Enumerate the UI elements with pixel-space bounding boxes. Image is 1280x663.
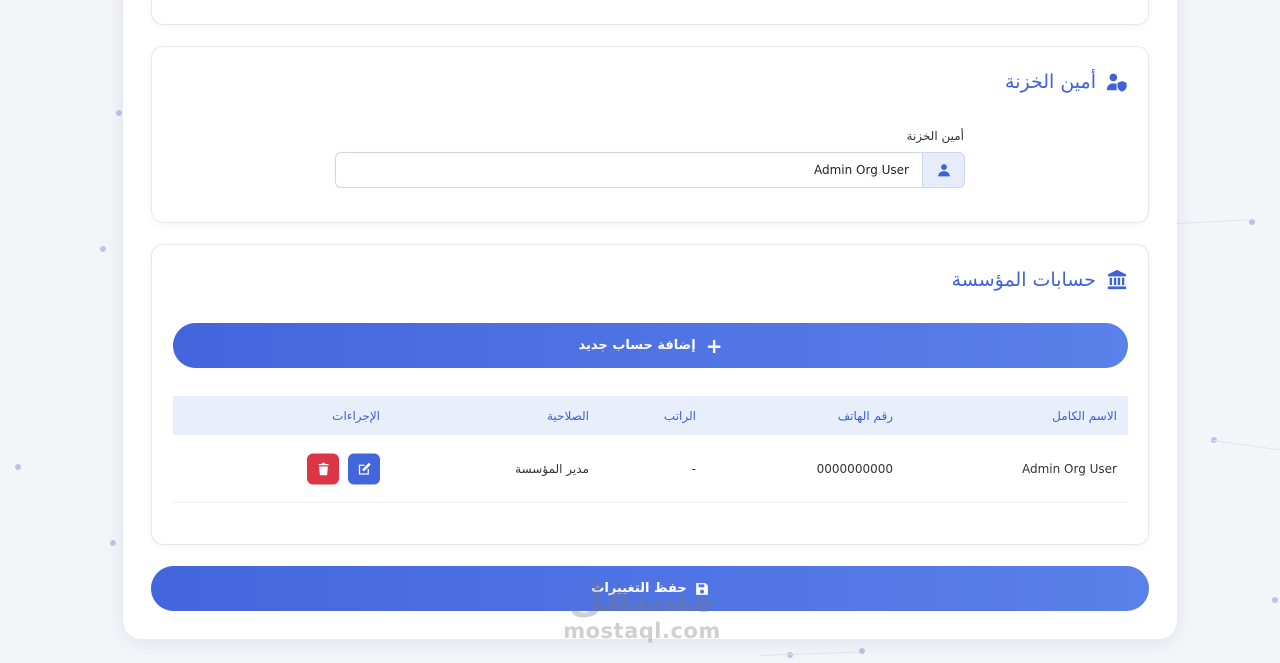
table-header: الاسم الكامل رقم الهاتف الراتب الصلاحية … xyxy=(173,396,1128,435)
save-icon xyxy=(695,582,708,595)
treasurer-title-text: أمين الخزنة xyxy=(1005,71,1096,93)
background-dot xyxy=(116,110,122,116)
trash-icon xyxy=(318,462,328,475)
background-line xyxy=(759,651,860,656)
treasurer-select-field[interactable] xyxy=(335,152,922,188)
treasurer-field-label: أمين الخزنة xyxy=(906,129,964,143)
treasurer-title: أمين الخزنة xyxy=(1005,71,1128,93)
previous-section-card xyxy=(151,0,1149,25)
cell-full-name: Admin Org User xyxy=(1021,461,1117,476)
plus-icon: + xyxy=(705,333,723,358)
accounts-title: حسابات المؤسسة xyxy=(952,269,1128,291)
column-header: الصلاحية xyxy=(546,408,589,423)
cell-phone: 0000000000 xyxy=(816,461,893,476)
accounts-card: حسابات المؤسسة + إضافة حساب جديد الاسم ا… xyxy=(151,244,1149,545)
treasurer-card: أمين الخزنة أمين الخزنة xyxy=(151,46,1149,223)
column-header: رقم الهاتف xyxy=(837,408,893,423)
column-header: الراتب xyxy=(663,408,696,423)
column-header: الإجراءات xyxy=(332,408,380,423)
user-icon xyxy=(937,164,950,177)
treasurer-input-addon xyxy=(922,152,965,188)
cell-role: مدير المؤسسة xyxy=(515,461,589,476)
save-changes-button[interactable]: حفظ التغييرات xyxy=(151,566,1149,611)
accounts-title-text: حسابات المؤسسة xyxy=(951,269,1096,291)
background-dot xyxy=(100,246,106,252)
add-account-label: إضافة حساب جديد xyxy=(578,338,696,353)
user-shield-icon xyxy=(1106,73,1127,92)
background-dot xyxy=(1272,597,1278,603)
table-row: Admin Org User 0000000000 - مدير المؤسسة xyxy=(173,435,1128,503)
background-line xyxy=(1212,440,1280,451)
save-changes-label: حفظ التغييرات xyxy=(591,581,687,596)
background-dot xyxy=(15,464,21,470)
background-line xyxy=(1176,219,1252,224)
cell-salary: - xyxy=(691,461,696,476)
background-dot xyxy=(110,540,116,546)
treasurer-input-group xyxy=(335,152,965,188)
add-account-button[interactable]: + إضافة حساب جديد xyxy=(173,323,1128,368)
row-actions xyxy=(307,453,380,484)
delete-button[interactable] xyxy=(307,453,339,484)
edit-icon xyxy=(358,462,371,475)
accounts-table: الاسم الكامل رقم الهاتف الراتب الصلاحية … xyxy=(173,396,1128,503)
edit-button[interactable] xyxy=(348,453,380,484)
bank-icon xyxy=(1107,269,1127,290)
column-header: الاسم الكامل xyxy=(1052,408,1117,423)
